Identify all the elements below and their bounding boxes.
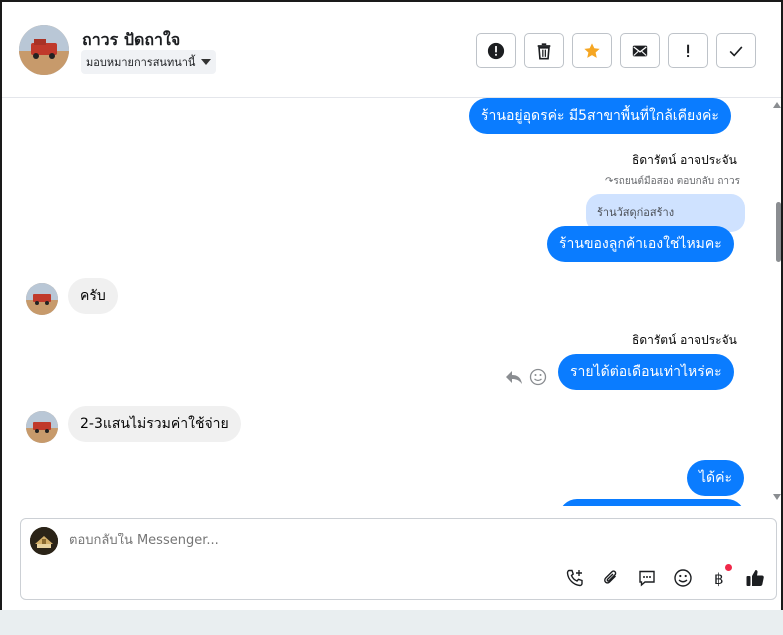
message-thread[interactable]: ร้านอยู่อุดรค่ะ มี5สาขาพื้นที่ใกล้เคียงค…: [2, 98, 781, 506]
contact-avatar[interactable]: [19, 25, 69, 75]
assign-conversation-dropdown[interactable]: มอบหมายการสนทนานี้: [81, 50, 217, 74]
star-button[interactable]: [572, 33, 612, 68]
notification-dot: [725, 564, 732, 571]
envelope-icon: [632, 45, 648, 56]
mark-unread-button[interactable]: [620, 33, 660, 68]
incoming-message: ครับ: [68, 278, 118, 314]
outgoing-message: ร้านของลูกค้าเองใช่ไหมคะ: [547, 226, 734, 262]
payment-button[interactable]: ฿: [708, 564, 732, 589]
follow-up-button[interactable]: [668, 33, 708, 68]
contact-avatar-small: [26, 283, 58, 315]
window-bottom-strip: [0, 610, 783, 635]
emoji-icon: [674, 569, 692, 587]
baht-icon: ฿: [714, 570, 724, 588]
exclamation-icon: [687, 44, 690, 57]
call-button[interactable]: [564, 567, 586, 589]
message-actions: [505, 368, 547, 386]
page-avatar: [30, 527, 58, 555]
outgoing-message-partial: [559, 499, 745, 506]
sender-name: ธิดารัตน์ อาจประจัน: [632, 153, 737, 167]
reply-icon[interactable]: [505, 369, 523, 385]
caret-down-icon: [201, 59, 212, 65]
composer-tools: ฿: [564, 564, 766, 589]
delete-button[interactable]: [524, 33, 564, 68]
reply-composer: ฿: [20, 518, 777, 600]
scroll-up-icon[interactable]: [773, 102, 781, 108]
mark-spam-button[interactable]: [476, 33, 516, 68]
conversation-header: ถาวร ปัดถาใจ มอบหมายการสนทนานี้: [2, 2, 781, 98]
paperclip-icon: [604, 570, 617, 584]
emoji-button[interactable]: [672, 567, 694, 589]
saved-replies-button[interactable]: [636, 567, 658, 589]
inbox-window: ถาวร ปัดถาใจ มอบหมายการสนทนานี้ ร้านอยู่…: [0, 0, 783, 635]
mark-done-button[interactable]: [716, 33, 756, 68]
alert-circle-icon: [487, 42, 505, 59]
outgoing-message: รายได้ต่อเดือนเท่าไหร่คะ: [558, 354, 734, 390]
reply-context: ↷รถยนต์มือสอง ตอบกลับ ถาวร: [605, 176, 740, 187]
contact-avatar-small: [26, 411, 58, 443]
call-icon: [566, 569, 583, 587]
saved-reply-icon: [639, 570, 655, 587]
thumbs-up-icon: [746, 570, 764, 586]
star-icon: [584, 42, 600, 58]
header-actions: [476, 33, 756, 68]
scroll-down-icon[interactable]: [773, 494, 781, 500]
incoming-message: 2-3แสนไม่รวมค่าใช้จ่าย: [68, 406, 241, 442]
scroll-thumb[interactable]: [776, 202, 781, 262]
scrollbar[interactable]: [773, 98, 781, 506]
sender-name: ธิดารัตน์ อาจประจัน: [632, 333, 737, 347]
assign-label: มอบหมายการสนทนานี้: [86, 56, 196, 69]
checkmark-icon: [729, 45, 743, 57]
svg-text:฿: ฿: [714, 570, 724, 588]
trash-icon: [537, 42, 551, 59]
like-button[interactable]: [744, 567, 766, 589]
message-input[interactable]: [69, 533, 709, 548]
outgoing-message: ร้านอยู่อุดรค่ะ มี5สาขาพื้นที่ใกล้เคียงค…: [469, 98, 731, 134]
outgoing-message: ได้ค่ะ: [687, 460, 745, 496]
emoji-react-icon[interactable]: [529, 368, 547, 386]
attach-button[interactable]: [600, 567, 622, 589]
